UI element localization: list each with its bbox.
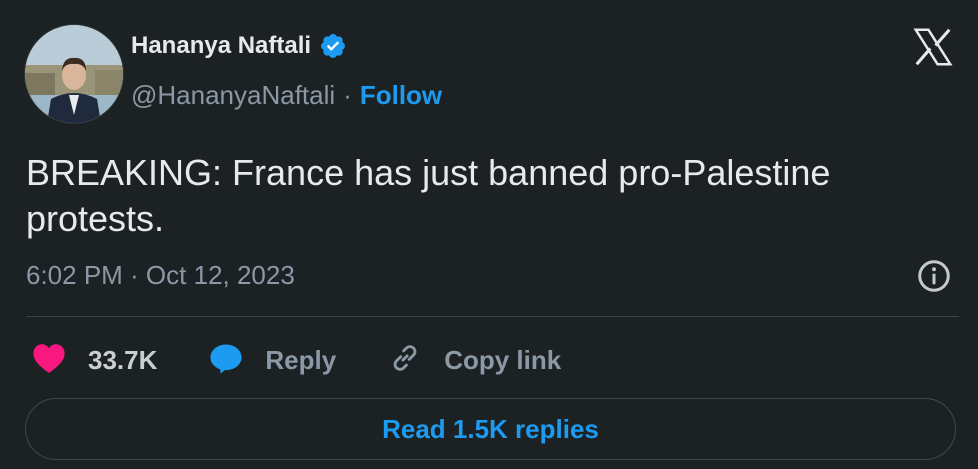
author-handle-row: @HananyaNaftali · Follow [131,80,442,111]
reply-label: Reply [265,344,337,375]
info-icon[interactable] [916,258,952,294]
avatar[interactable] [24,24,124,124]
verified-badge-icon [319,32,347,60]
follow-button[interactable]: Follow [360,80,442,111]
divider [26,316,959,317]
read-replies-button[interactable]: Read 1.5K replies [25,398,956,460]
likes-count: 33.7K [88,344,158,375]
copy-link-button[interactable]: Copy link [388,341,561,380]
author-display-name[interactable]: Hananya Naftali [131,32,311,60]
action-bar: 33.7K Reply Copy link [32,338,613,382]
tweet-text: BREAKING: France has just banned pro-Pal… [26,152,831,239]
tweet-timestamp[interactable]: 6:02 PM · Oct 12, 2023 [26,260,295,291]
reply-button[interactable]: Reply [209,342,336,379]
handle-separator: · [343,80,352,110]
author-name-row: Hananya Naftali [131,32,347,60]
tweet-card: Hananya Naftali @HananyaNaftali · Follow… [0,0,978,469]
link-icon [388,341,422,380]
copy-link-label: Copy link [444,344,562,375]
x-logo-icon[interactable] [910,24,956,70]
reply-bubble-icon [209,342,243,379]
author-handle[interactable]: @HananyaNaftali [131,80,335,111]
heart-icon [32,342,66,379]
like-button[interactable]: 33.7K [32,342,157,379]
